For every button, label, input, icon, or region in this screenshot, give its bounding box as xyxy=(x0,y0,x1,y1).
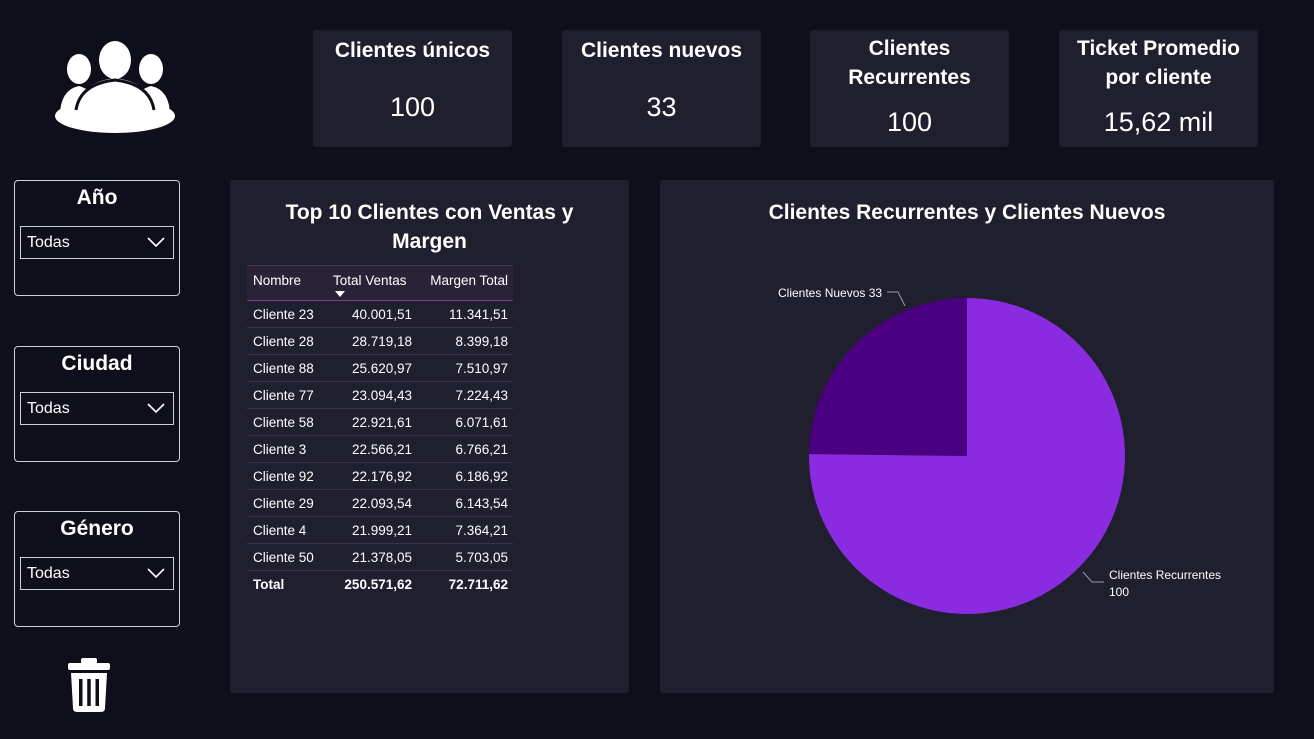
slicer-ciudad: Ciudad Todas xyxy=(14,346,180,462)
leader-line-nuevos xyxy=(887,291,906,307)
slicer-title: Ciudad xyxy=(61,352,133,375)
cell-margen-total: 11.341,51 xyxy=(417,300,513,328)
cell-nombre: Cliente 3 xyxy=(247,435,327,463)
table-row[interactable]: Cliente 50 21.378,05 5.703,05 xyxy=(247,543,513,571)
kpi-card-clientes-unicos: Clientes únicos 100 xyxy=(313,30,512,147)
kpi-card-clientes-recurrentes: Clientes Recurrentes 100 xyxy=(810,30,1009,147)
cell-nombre: Cliente 50 xyxy=(247,543,327,571)
pie-label-nuevos: Clientes Nuevos 33 xyxy=(778,286,883,300)
cell-total-ventas: 22.921,61 xyxy=(327,408,417,436)
cell-total-ventas: 23.094,43 xyxy=(327,381,417,409)
cell-margen-total: 7.224,43 xyxy=(417,381,513,409)
column-header-total-ventas[interactable]: Total Ventas xyxy=(327,265,417,301)
table-header-row: Nombre Total Ventas Margen Total xyxy=(247,265,513,301)
kpi-title: Ticket Promedio por cliente xyxy=(1077,37,1240,89)
chevron-down-icon xyxy=(147,237,165,248)
cell-margen-total: 6.766,21 xyxy=(417,435,513,463)
top10-panel: Top 10 Clientes con Ventas y Margen Nomb… xyxy=(230,180,629,693)
cell-nombre: Cliente 92 xyxy=(247,462,327,490)
cell-total-ventas: 40.001,51 xyxy=(327,300,417,328)
cell-total-ventas: 28.719,18 xyxy=(327,327,417,355)
cell-total-ventas: 22.176,92 xyxy=(327,462,417,490)
pie-label-recurrentes: Clientes Recurrentes 100 xyxy=(1109,568,1222,599)
pie-chart xyxy=(809,291,1125,614)
trash-icon[interactable] xyxy=(67,658,111,712)
kpi-title: Clientes únicos xyxy=(334,39,491,62)
slicer-title: Año xyxy=(76,186,118,209)
table-row[interactable]: Cliente 23 40.001,51 11.341,51 xyxy=(247,300,513,328)
cell-nombre: Cliente 29 xyxy=(247,489,327,517)
cell-margen-total: 6.143,54 xyxy=(417,489,513,517)
dropdown-value: Todas xyxy=(27,400,70,417)
table-row[interactable]: Cliente 28 28.719,18 8.399,18 xyxy=(247,327,513,355)
genero-dropdown[interactable]: Todas xyxy=(20,557,174,590)
cell-nombre: Cliente 77 xyxy=(247,381,327,409)
kpi-value: 100 xyxy=(389,92,436,122)
table-row[interactable]: Cliente 88 25.620,97 7.510,97 xyxy=(247,354,513,382)
cell-total-ventas: 25.620,97 xyxy=(327,354,417,382)
cell-nombre: Cliente 58 xyxy=(247,408,327,436)
cell-margen-total: 7.510,97 xyxy=(417,354,513,382)
top10-table: Nombre Total Ventas Margen Total Cliente… xyxy=(247,265,513,598)
cell-total-ventas: 22.093,54 xyxy=(327,489,417,517)
cell-total-ventas: 22.566,21 xyxy=(327,435,417,463)
total-margen: 72.711,62 xyxy=(417,570,513,598)
column-header-nombre[interactable]: Nombre xyxy=(247,265,327,301)
kpi-title: Clientes Recurrentes xyxy=(848,37,971,89)
ciudad-dropdown[interactable]: Todas xyxy=(20,392,174,425)
cell-margen-total: 7.364,21 xyxy=(417,516,513,544)
people-group-icon xyxy=(55,41,175,133)
cell-nombre: Cliente 28 xyxy=(247,327,327,355)
table-row[interactable]: Cliente 92 22.176,92 6.186,92 xyxy=(247,462,513,490)
table-row[interactable]: Cliente 29 22.093,54 6.143,54 xyxy=(247,489,513,517)
kpi-value: 15,62 mil xyxy=(1103,107,1214,137)
anio-dropdown[interactable]: Todas xyxy=(20,226,174,259)
kpi-card-ticket-promedio: Ticket Promedio por cliente 15,62 mil xyxy=(1059,30,1258,147)
kpi-value: 100 xyxy=(886,107,933,137)
cell-margen-total: 6.186,92 xyxy=(417,462,513,490)
slicer-genero: Género Todas xyxy=(14,511,180,627)
dropdown-value: Todas xyxy=(27,234,70,251)
table-row[interactable]: Cliente 58 22.921,61 6.071,61 xyxy=(247,408,513,436)
kpi-title: Clientes nuevos xyxy=(580,39,743,62)
pie-panel: Clientes Recurrentes y Clientes Nuevos C… xyxy=(660,180,1274,693)
slicer-title: Género xyxy=(60,517,134,540)
leader-line-recurrentes xyxy=(1082,571,1104,583)
kpi-card-clientes-nuevos: Clientes nuevos 33 xyxy=(562,30,761,147)
dropdown-value: Todas xyxy=(27,565,70,582)
cell-margen-total: 6.071,61 xyxy=(417,408,513,436)
chevron-down-icon xyxy=(147,403,165,414)
cell-margen-total: 8.399,18 xyxy=(417,327,513,355)
table-title: Top 10 Clientes con Ventas y Margen xyxy=(285,201,574,253)
table-row[interactable]: Cliente 77 23.094,43 7.224,43 xyxy=(247,381,513,409)
kpi-value: 33 xyxy=(646,92,677,122)
cell-margen-total: 5.703,05 xyxy=(417,543,513,571)
table-total-row: Total 250.571,62 72.711,62 xyxy=(247,570,513,598)
column-header-margen-total[interactable]: Margen Total xyxy=(417,265,513,301)
table-row[interactable]: Cliente 3 22.566,21 6.766,21 xyxy=(247,435,513,463)
cell-nombre: Cliente 88 xyxy=(247,354,327,382)
cell-nombre: Cliente 23 xyxy=(247,300,327,328)
table-row[interactable]: Cliente 4 21.999,21 7.364,21 xyxy=(247,516,513,544)
slicer-anio: Año Todas xyxy=(14,180,180,296)
total-ventas: 250.571,62 xyxy=(327,570,417,598)
chevron-down-icon xyxy=(147,568,165,579)
pie-slice-nuevos[interactable] xyxy=(809,298,967,456)
sort-descending-icon xyxy=(335,291,345,297)
cell-total-ventas: 21.378,05 xyxy=(327,543,417,571)
total-label: Total xyxy=(247,570,327,598)
cell-nombre: Cliente 4 xyxy=(247,516,327,544)
cell-total-ventas: 21.999,21 xyxy=(327,516,417,544)
